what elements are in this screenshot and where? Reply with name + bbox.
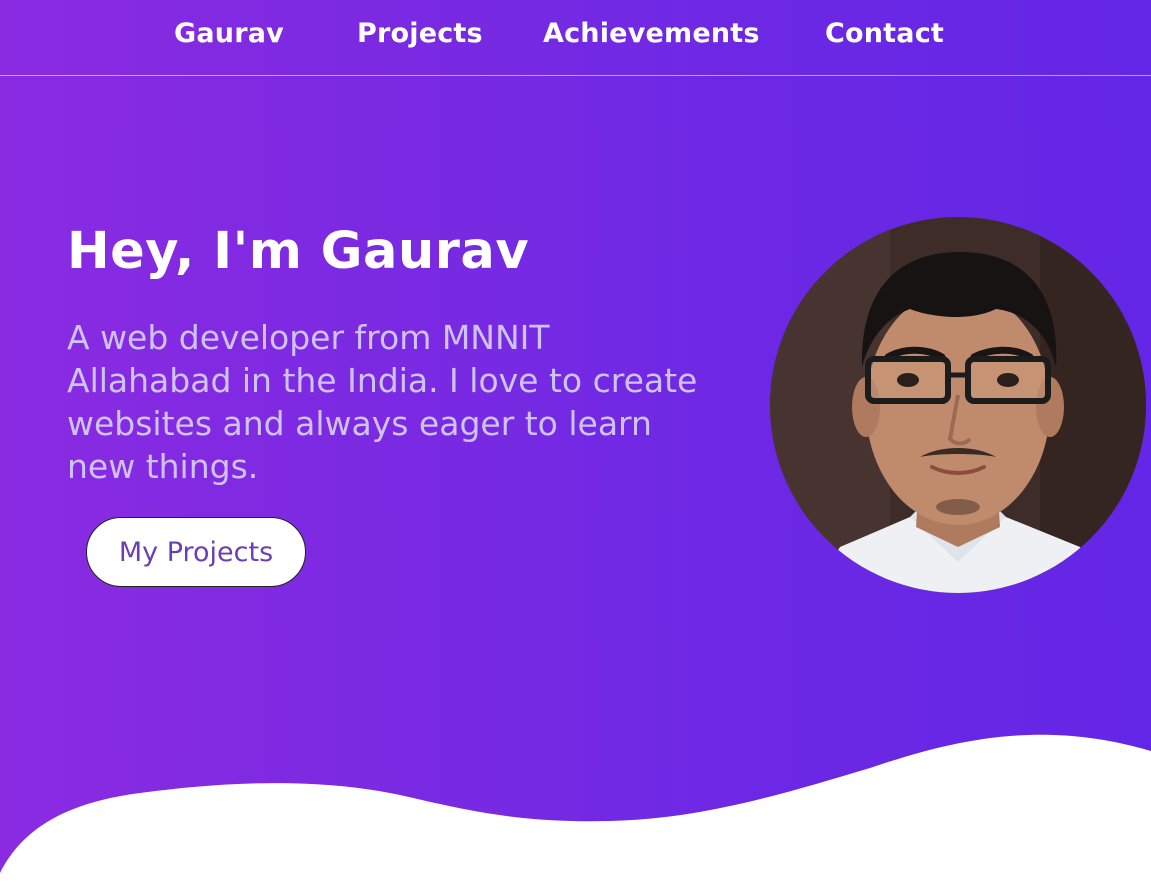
top-navbar: Gaurav Projects Achievements Contact bbox=[0, 0, 1151, 76]
nav-link-gaurav[interactable]: Gaurav bbox=[174, 18, 284, 49]
bottom-wave bbox=[0, 734, 1151, 893]
profile-photo-illustration bbox=[770, 217, 1146, 593]
hero-description: A web developer from MNNIT Allahabad in … bbox=[67, 318, 698, 486]
my-projects-button[interactable]: My Projects bbox=[86, 517, 306, 587]
profile-photo bbox=[770, 217, 1146, 593]
nav-link-achievements[interactable]: Achievements bbox=[543, 18, 760, 49]
hero-title: Hey, I'm Gaurav bbox=[67, 222, 530, 281]
nav-link-contact[interactable]: Contact bbox=[825, 18, 944, 49]
nav-link-projects[interactable]: Projects bbox=[357, 18, 483, 49]
